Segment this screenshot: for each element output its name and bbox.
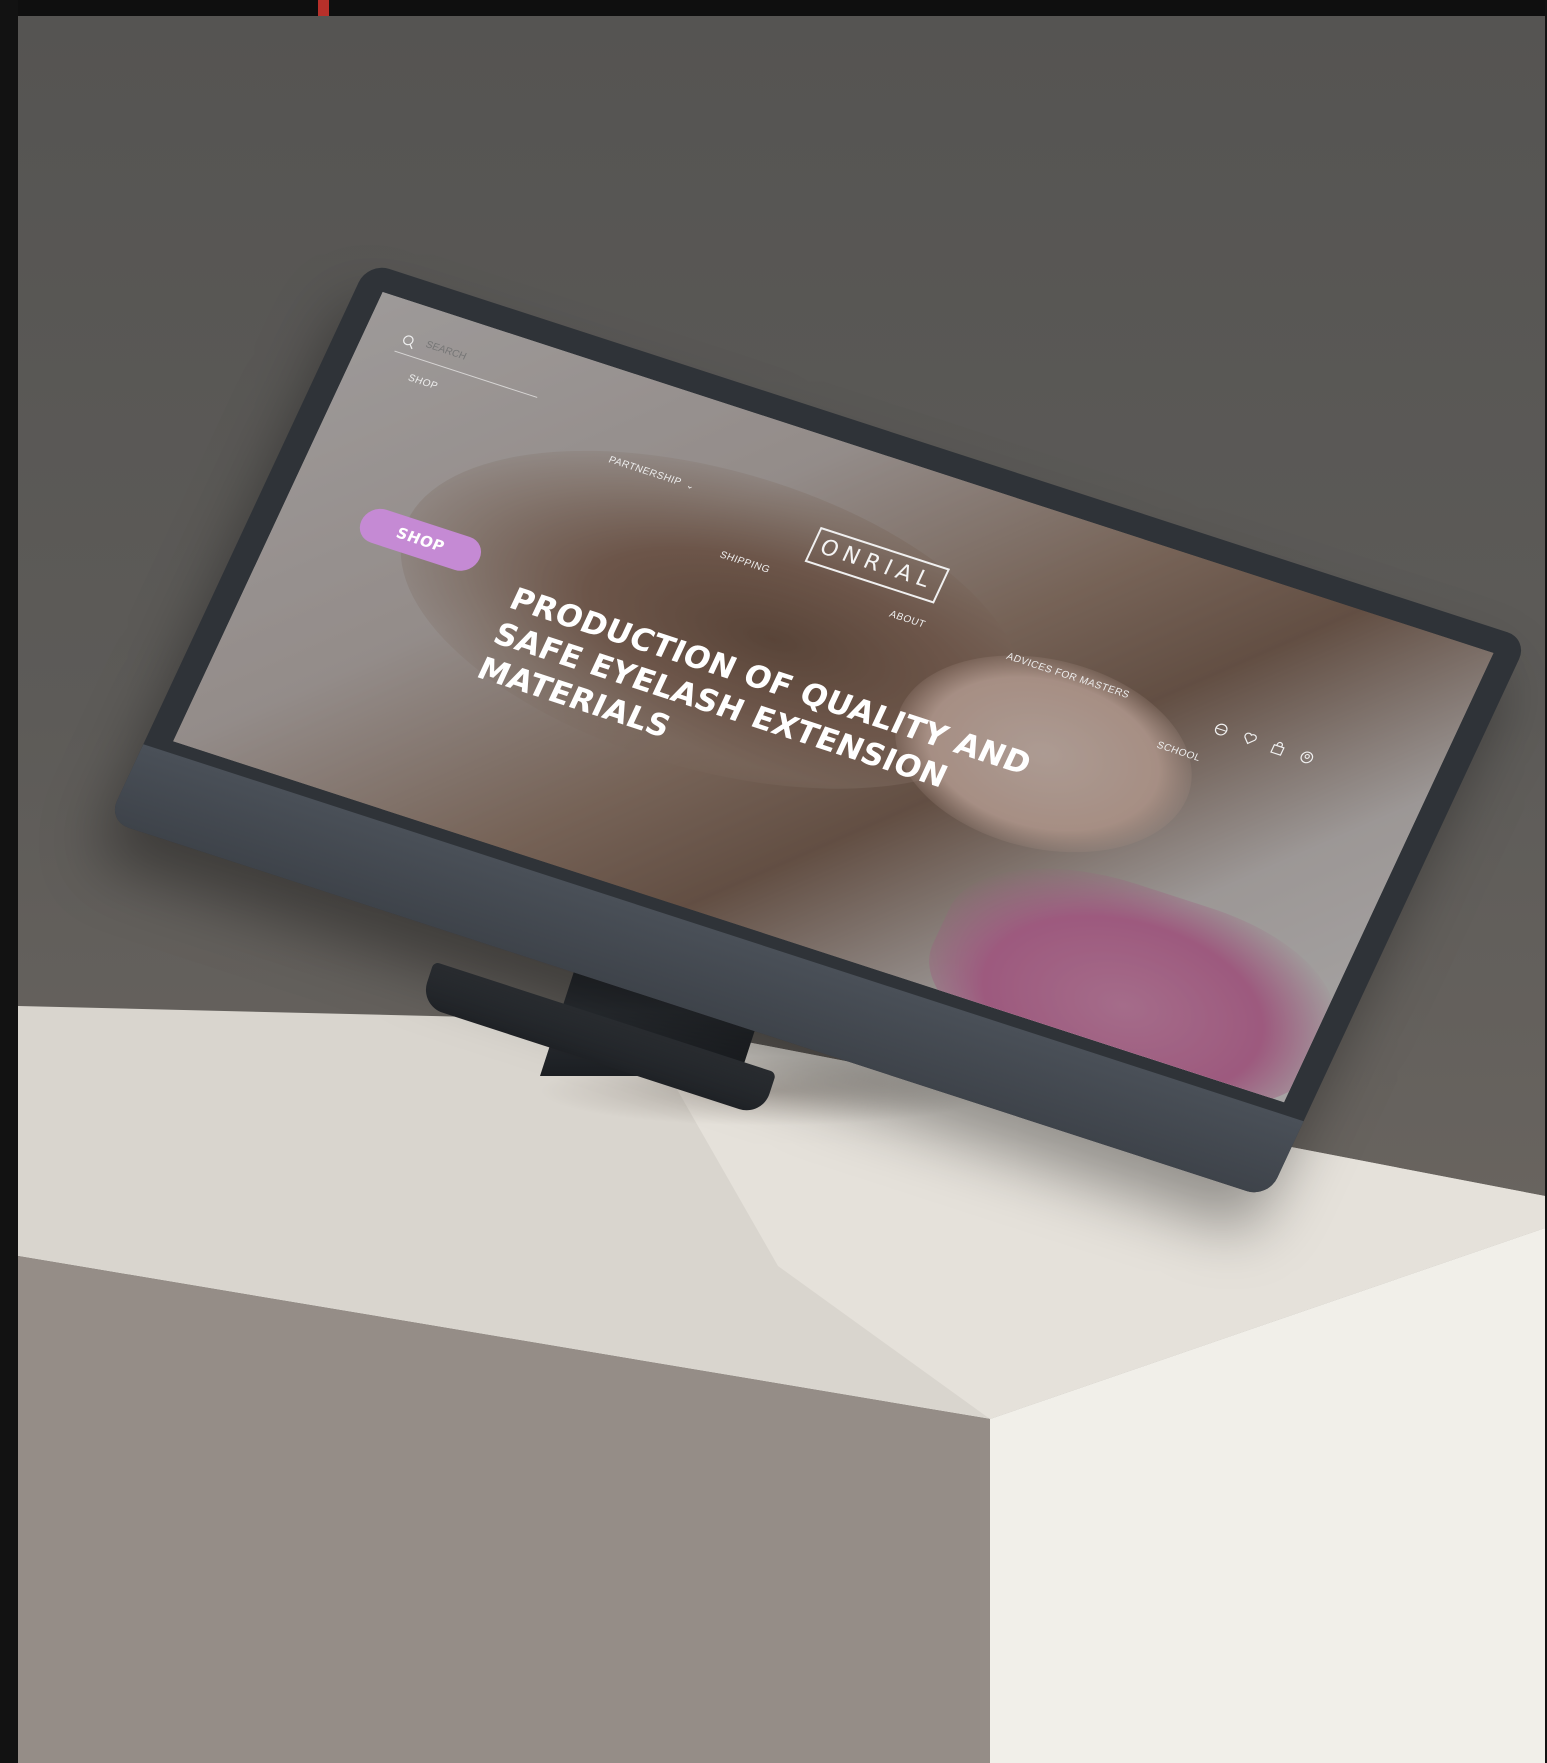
- left-frame: [0, 0, 18, 1763]
- favorites-icon[interactable]: [1240, 730, 1259, 747]
- cart-icon[interactable]: [1269, 740, 1288, 757]
- top-frame: [0, 0, 1547, 16]
- account-icon[interactable]: [1297, 749, 1316, 766]
- accent-marker: [318, 0, 329, 16]
- mockup-scene: SHOP PARTNERSHIP⌄ SHIPPING ONRIAL ABOUT …: [18, 16, 1545, 1763]
